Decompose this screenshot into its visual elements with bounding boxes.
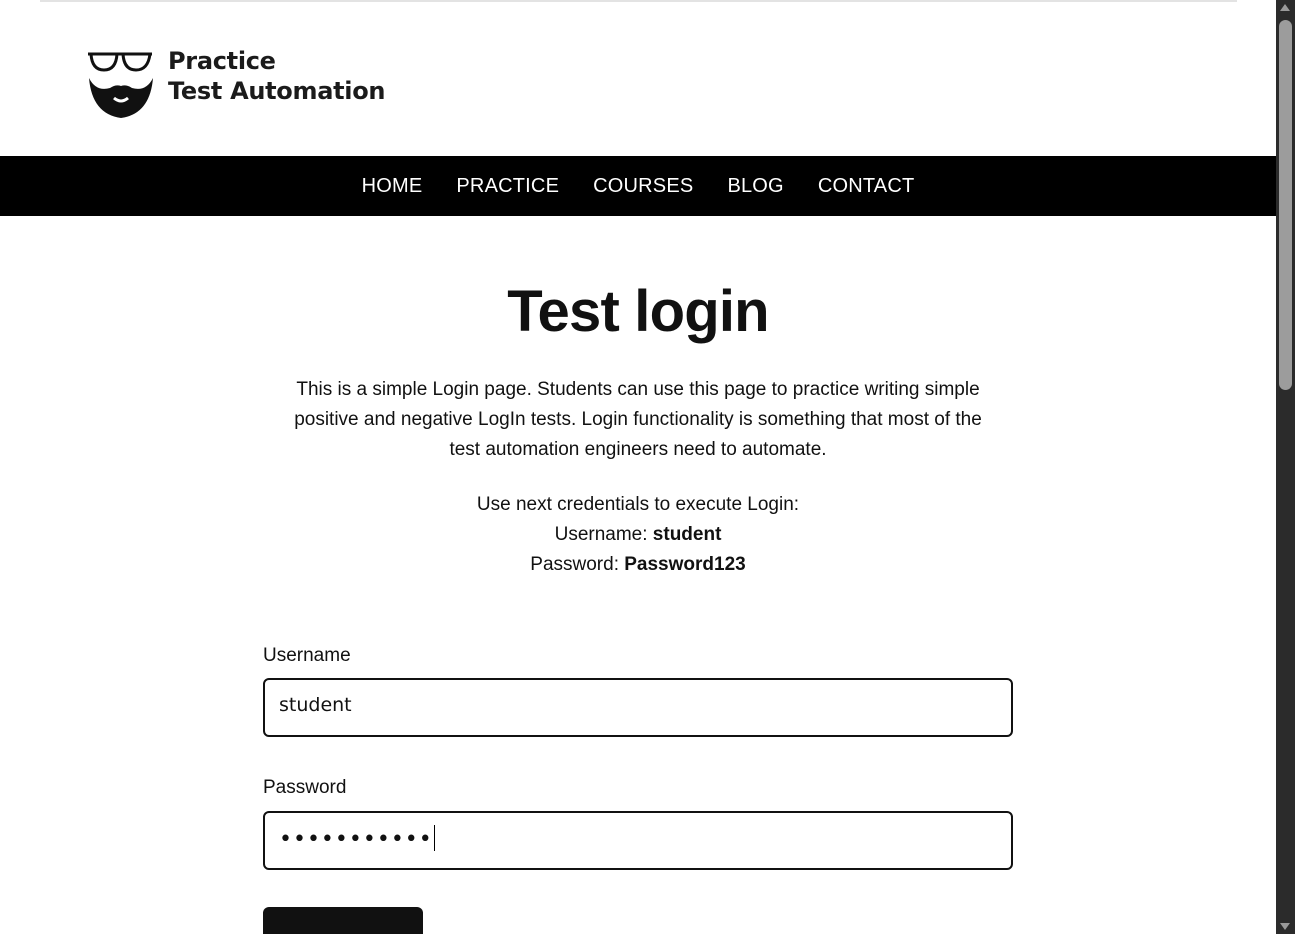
submit-button[interactable] <box>263 907 423 934</box>
logo-line-2: Test Automation <box>168 77 386 105</box>
credentials-heading: Use next credentials to execute Login: <box>476 494 800 515</box>
nav-home[interactable]: HOME <box>345 175 440 198</box>
page: Practice Test Automation HOME PRACTICE C… <box>0 0 1276 934</box>
text-caret <box>433 825 435 851</box>
credentials-block: Use next credentials to execute Login: U… <box>288 490 988 580</box>
site-logo[interactable]: Practice Test Automation <box>86 46 386 122</box>
main-nav: HOME PRACTICE COURSES BLOG CONTACT <box>0 156 1276 216</box>
scroll-up-arrow-icon[interactable] <box>1280 4 1290 11</box>
password-input[interactable]: ••••••••••• <box>263 811 1013 870</box>
page-title: Test login <box>507 279 769 344</box>
logo-line-1: Practice <box>168 47 276 75</box>
username-label: Username <box>263 645 351 666</box>
password-hint-label: Password: <box>530 554 625 575</box>
credentials-username: Username: student <box>288 520 988 550</box>
username-input[interactable]: student <box>263 678 1013 737</box>
logo-text: Practice Test Automation <box>168 46 385 106</box>
credentials-password: Password: Password123 <box>288 550 988 580</box>
nav-practice[interactable]: PRACTICE <box>439 175 576 198</box>
scroll-down-arrow-icon[interactable] <box>1280 923 1290 930</box>
password-hint-value: Password123 <box>624 554 746 575</box>
nav-contact[interactable]: CONTACT <box>801 175 932 198</box>
bearded-man-with-glasses-icon <box>88 52 153 118</box>
nav-courses[interactable]: COURSES <box>576 175 710 198</box>
scrollbar-thumb[interactable] <box>1279 20 1292 390</box>
username-hint-value: student <box>652 524 722 545</box>
password-label: Password <box>263 777 347 798</box>
top-divider <box>40 0 1237 2</box>
intro-text: This is a simple Login page. Students ca… <box>294 379 982 460</box>
username-hint-label: Username: <box>554 524 653 545</box>
nav-blog[interactable]: BLOG <box>710 175 800 198</box>
vertical-scrollbar[interactable] <box>1276 0 1295 934</box>
password-input-value: ••••••••••• <box>279 825 435 852</box>
password-mask: ••••••••••• <box>279 827 433 852</box>
username-input-value: student <box>279 694 352 716</box>
